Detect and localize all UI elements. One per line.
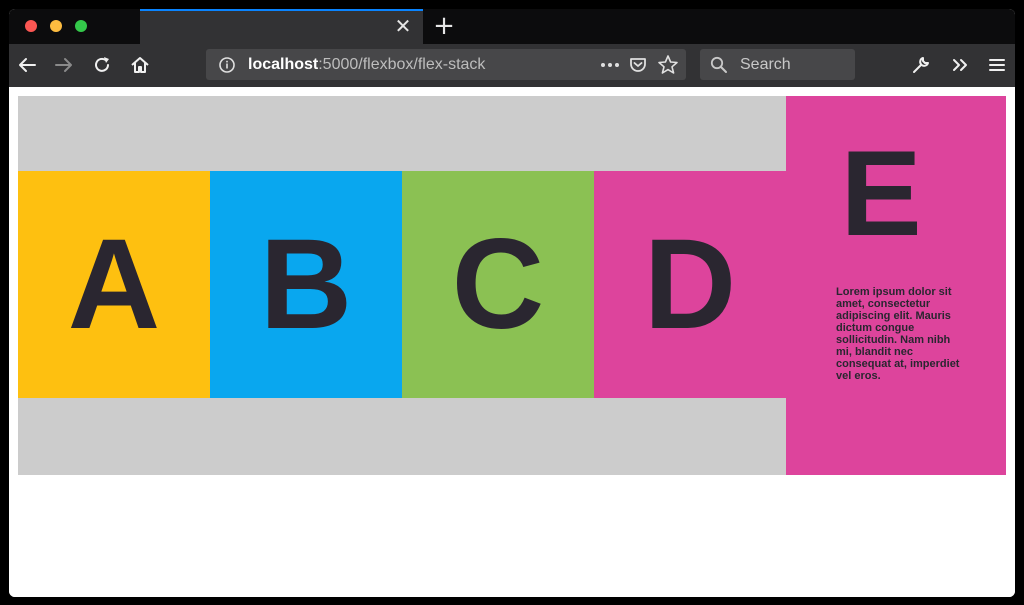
box-b: B bbox=[210, 171, 402, 398]
box-c-label: C bbox=[451, 213, 545, 356]
tab-close-icon[interactable]: ✕ bbox=[393, 16, 413, 36]
more-icon[interactable] bbox=[598, 53, 622, 77]
url-path: :5000/flexbox/flex-stack bbox=[318, 56, 486, 73]
box-e-label: E bbox=[840, 125, 922, 261]
box-e: E Lorem ipsum dolor sit amet, consectetu… bbox=[786, 96, 1006, 475]
overflow-chevrons-icon[interactable] bbox=[946, 51, 974, 79]
pocket-icon[interactable] bbox=[626, 53, 650, 77]
tab-active[interactable]: ✕ bbox=[140, 9, 423, 44]
info-icon[interactable] bbox=[218, 56, 236, 79]
reload-icon[interactable] bbox=[88, 51, 116, 79]
wrench-icon[interactable] bbox=[907, 51, 935, 79]
new-tab-button[interactable]: + bbox=[431, 13, 457, 40]
box-a-label: A bbox=[67, 213, 161, 356]
box-d-label: D bbox=[643, 213, 737, 356]
box-d: D bbox=[594, 171, 786, 398]
forward-icon[interactable] bbox=[50, 51, 78, 79]
url-host: localhost bbox=[248, 56, 319, 73]
flex-container: A B C D E Lorem ipsum dolor sit amet, co… bbox=[18, 96, 1006, 475]
tab-active-indicator bbox=[140, 9, 423, 11]
bookmark-star-icon[interactable] bbox=[656, 53, 680, 77]
window-close-button[interactable] bbox=[25, 20, 37, 32]
box-a: A bbox=[18, 171, 210, 398]
menu-icon[interactable] bbox=[983, 51, 1011, 79]
window-maximize-button[interactable] bbox=[75, 20, 87, 32]
page-content: A B C D E Lorem ipsum dolor sit amet, co… bbox=[9, 87, 1015, 597]
url-text[interactable]: localhost:5000/flexbox/flex-stack bbox=[248, 56, 485, 74]
search-input[interactable]: Search bbox=[740, 56, 791, 74]
box-b-label: B bbox=[259, 213, 353, 356]
search-bar[interactable]: Search bbox=[700, 49, 855, 80]
box-c: C bbox=[402, 171, 594, 398]
search-icon bbox=[710, 56, 728, 79]
home-icon[interactable] bbox=[126, 51, 154, 79]
window-minimize-button[interactable] bbox=[50, 20, 62, 32]
back-icon[interactable] bbox=[13, 51, 41, 79]
nav-toolbar: localhost:5000/flexbox/flex-stack Search bbox=[9, 44, 1015, 87]
box-e-paragraph: Lorem ipsum dolor sit amet, consectetur … bbox=[836, 286, 960, 382]
url-bar[interactable]: localhost:5000/flexbox/flex-stack bbox=[206, 49, 686, 80]
tab-strip: ✕ + bbox=[9, 9, 1015, 44]
browser-window: ✕ + localhost:5000/flexbox/flex-stack Se… bbox=[9, 9, 1015, 597]
